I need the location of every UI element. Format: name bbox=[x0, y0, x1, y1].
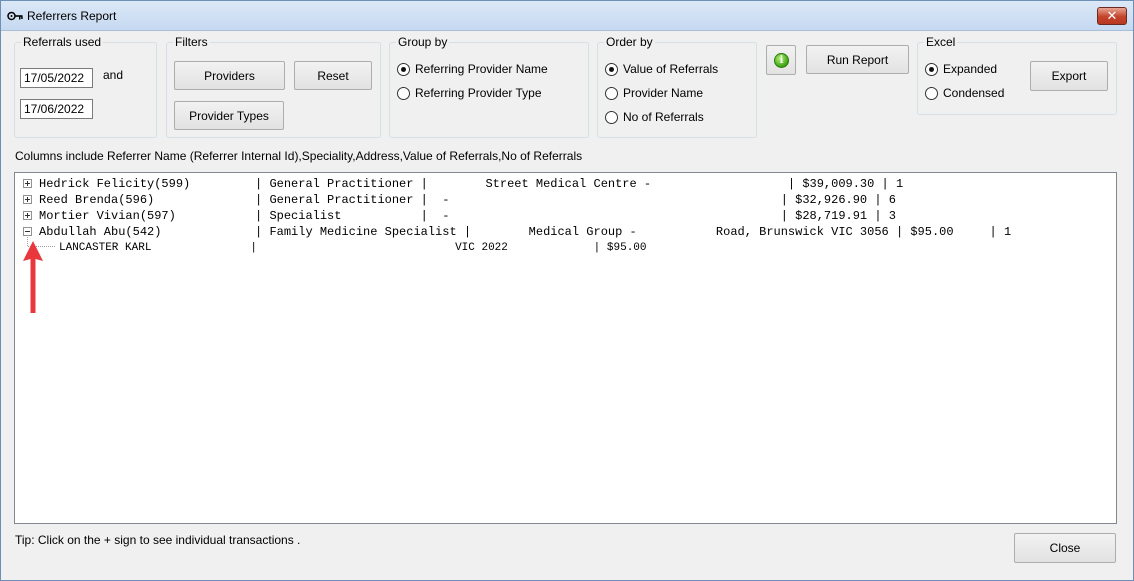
referrals-used-label: Referrals used bbox=[21, 35, 104, 49]
radio-label: Condensed bbox=[943, 86, 1005, 100]
radio-label: Referring Provider Name bbox=[415, 62, 548, 76]
window-title: Referrers Report bbox=[27, 9, 117, 23]
tree-row[interactable]: Reed Brenda(596) | General Practitioner … bbox=[39, 192, 896, 208]
radio-unchecked-icon bbox=[605, 86, 618, 100]
group-by-provider-type-radio[interactable]: Referring Provider Type bbox=[397, 85, 542, 101]
from-date-input[interactable] bbox=[20, 68, 93, 88]
expand-plus-icon[interactable] bbox=[23, 195, 32, 204]
group-by-provider-name-radio[interactable]: Referring Provider Name bbox=[397, 61, 548, 77]
radio-unchecked-icon bbox=[925, 86, 938, 100]
close-button[interactable]: Close bbox=[1014, 533, 1116, 563]
collapse-minus-icon[interactable] bbox=[23, 227, 32, 236]
expand-plus-icon[interactable] bbox=[23, 211, 32, 220]
red-arrow-icon bbox=[23, 241, 43, 313]
radio-checked-icon bbox=[605, 62, 618, 76]
radio-unchecked-icon bbox=[397, 86, 410, 100]
referrers-report-window: Referrers Report ✕ Referrals used and Fi… bbox=[0, 0, 1134, 581]
tree-row[interactable]: Mortier Vivian(597) | Specialist | - | $… bbox=[39, 208, 896, 224]
radio-label: Expanded bbox=[943, 62, 998, 76]
radio-label: Provider Name bbox=[623, 86, 704, 100]
order-by-provider-name-radio[interactable]: Provider Name bbox=[605, 85, 703, 101]
radio-label: Referring Provider Type bbox=[415, 86, 542, 100]
export-button[interactable]: Export bbox=[1030, 61, 1108, 91]
info-button[interactable]: i bbox=[766, 45, 796, 75]
window-close-button[interactable]: ✕ bbox=[1097, 7, 1127, 25]
providers-button[interactable]: Providers bbox=[174, 61, 285, 90]
tip-text: Tip: Click on the + sign to see individu… bbox=[15, 533, 301, 547]
group-by-label: Group by bbox=[396, 35, 450, 49]
excel-expanded-radio[interactable]: Expanded bbox=[925, 61, 997, 77]
order-by-count-radio[interactable]: No of Referrals bbox=[605, 109, 704, 125]
report-tree-view[interactable]: Hedrick Felicity(599) | General Practiti… bbox=[14, 172, 1117, 524]
tree-child-row[interactable]: LANCASTER KARL | VIC 2022 | $95.00 bbox=[59, 240, 647, 256]
radio-checked-icon bbox=[925, 62, 938, 76]
order-by-value-radio[interactable]: Value of Referrals bbox=[605, 61, 718, 77]
reset-button[interactable]: Reset bbox=[294, 61, 372, 90]
run-report-button[interactable]: Run Report bbox=[806, 45, 909, 74]
title-bar[interactable]: Referrers Report ✕ bbox=[1, 1, 1133, 31]
radio-unchecked-icon bbox=[605, 110, 618, 124]
radio-label: Value of Referrals bbox=[623, 62, 719, 76]
tree-row[interactable]: Abdullah Abu(542) | Family Medicine Spec… bbox=[39, 224, 1011, 240]
info-icon: i bbox=[774, 53, 789, 68]
and-label: and bbox=[103, 68, 124, 82]
to-date-input[interactable] bbox=[20, 99, 93, 119]
excel-label: Excel bbox=[924, 35, 958, 49]
radio-checked-icon bbox=[397, 62, 410, 76]
tree-row[interactable]: Hedrick Felicity(599) | General Practiti… bbox=[39, 176, 903, 192]
filters-label: Filters bbox=[173, 35, 210, 49]
radio-label: No of Referrals bbox=[623, 110, 704, 124]
columns-note: Columns include Referrer Name (Referrer … bbox=[15, 149, 583, 163]
referrals-used-group: Referrals used bbox=[14, 35, 157, 138]
provider-types-button[interactable]: Provider Types bbox=[174, 101, 284, 130]
order-by-label: Order by bbox=[604, 35, 655, 49]
key-icon bbox=[7, 11, 23, 21]
expand-plus-icon[interactable] bbox=[23, 179, 32, 188]
close-icon: ✕ bbox=[1106, 8, 1118, 23]
excel-condensed-radio[interactable]: Condensed bbox=[925, 85, 1004, 101]
